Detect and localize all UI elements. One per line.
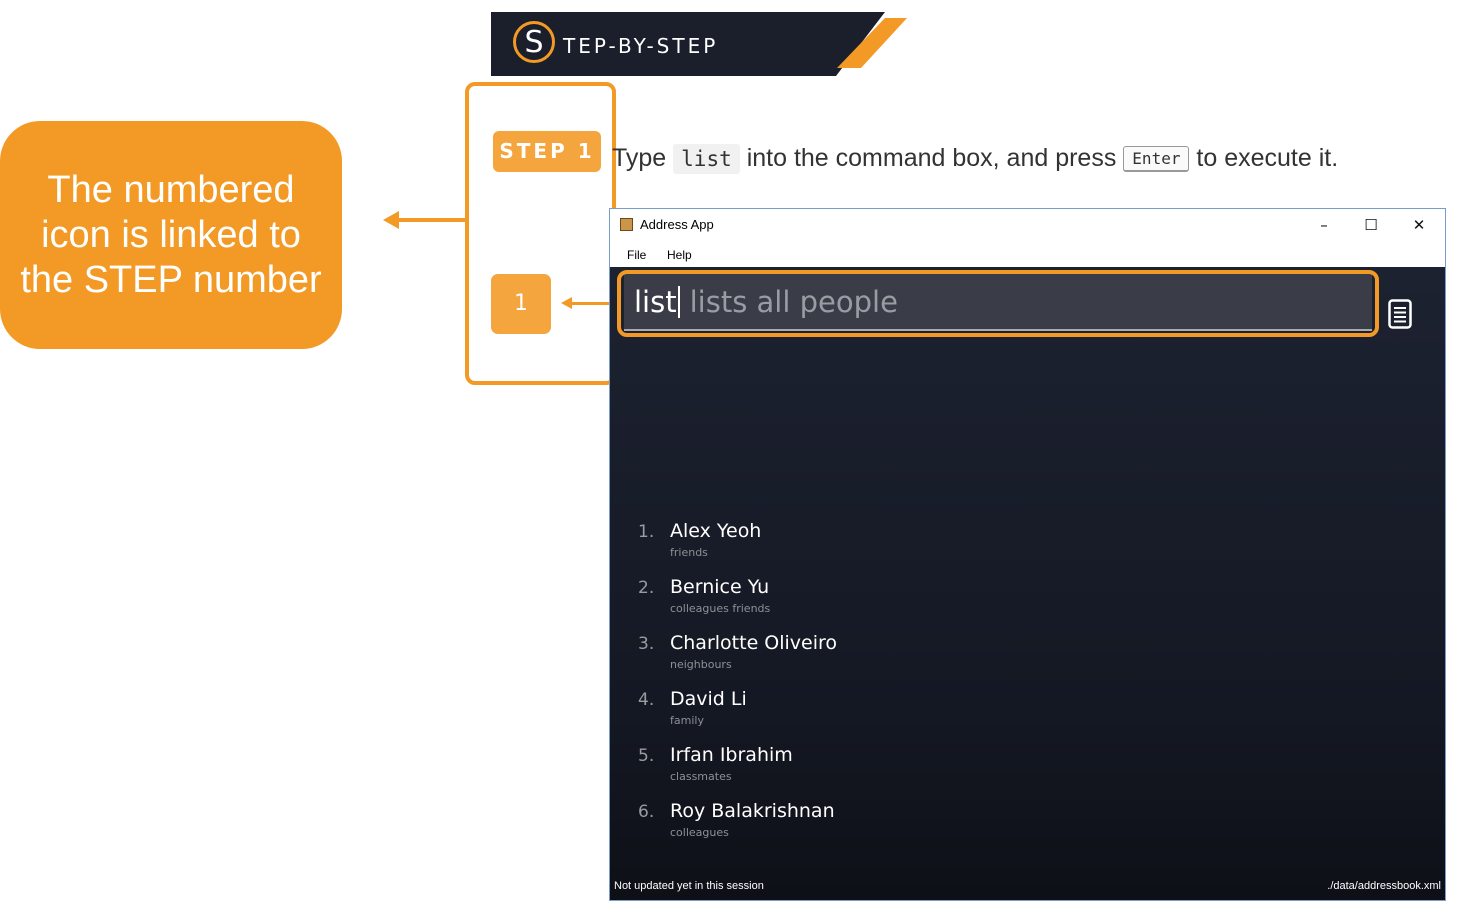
callout-arrow-line xyxy=(398,218,466,222)
maximize-button[interactable]: ☐ xyxy=(1351,213,1391,237)
step-badge: STEP 1 xyxy=(493,131,601,172)
person-name: Charlotte Oliveiro xyxy=(670,632,838,654)
banner-s-icon: S xyxy=(513,21,555,63)
document-list-icon[interactable] xyxy=(1388,299,1412,329)
status-bar-sync: Not updated yet in this session xyxy=(614,880,764,892)
step-by-step-banner: S TEP-BY-STEP xyxy=(491,12,911,76)
instruction-code: list xyxy=(673,144,740,174)
status-bar-filepath: ./data/addressbook.xml xyxy=(1327,880,1441,892)
window-titlebar[interactable]: Address App – ☐ ✕ xyxy=(610,209,1445,242)
person-name: David Li xyxy=(670,688,747,710)
step-highlight-box xyxy=(465,82,616,385)
person-index: 4. xyxy=(638,690,655,710)
callout-arrowhead xyxy=(383,211,399,229)
minimize-button[interactable]: – xyxy=(1304,213,1344,237)
person-index: 2. xyxy=(638,578,655,598)
callout-text: The numbered icon is linked to the STEP … xyxy=(20,168,322,301)
close-button[interactable]: ✕ xyxy=(1399,213,1439,237)
instruction-text: Type list into the command box, and pres… xyxy=(612,144,1339,174)
person-name: Irfan Ibrahim xyxy=(670,744,793,766)
person-name: Roy Balakrishnan xyxy=(670,800,835,822)
person-index: 1. xyxy=(638,522,655,542)
callout-bubble: The numbered icon is linked to the STEP … xyxy=(0,121,342,349)
person-tags: family xyxy=(670,714,704,727)
number-arrowhead xyxy=(561,297,572,309)
app-body: list lists all people 1. Alex Yeoh friend… xyxy=(610,267,1445,900)
person-index: 6. xyxy=(638,802,655,822)
person-name: Bernice Yu xyxy=(670,576,770,598)
person-tags: friends xyxy=(670,546,708,559)
person-tags: classmates xyxy=(670,770,732,783)
instruction-prefix: Type xyxy=(612,144,667,172)
instruction-middle: into the command box, and press xyxy=(746,144,1117,172)
person-tags: neighbours xyxy=(670,658,732,671)
step-number-icon: 1 xyxy=(491,274,551,334)
menu-file[interactable]: File xyxy=(627,248,646,262)
person-name: Alex Yeoh xyxy=(670,520,762,542)
person-tags: colleagues friends xyxy=(670,602,771,615)
address-book-icon xyxy=(620,218,633,231)
banner-title: TEP-BY-STEP xyxy=(563,34,719,58)
command-box-highlight xyxy=(617,270,1379,337)
window-title: Address App xyxy=(640,217,714,232)
menu-bar: File Help xyxy=(610,242,1445,267)
person-index: 3. xyxy=(638,634,655,654)
person-index: 5. xyxy=(638,746,655,766)
instruction-suffix: to execute it. xyxy=(1196,144,1339,172)
menu-help[interactable]: Help xyxy=(667,248,692,262)
enter-key: Enter xyxy=(1123,146,1190,172)
person-tags: colleagues xyxy=(670,826,729,839)
